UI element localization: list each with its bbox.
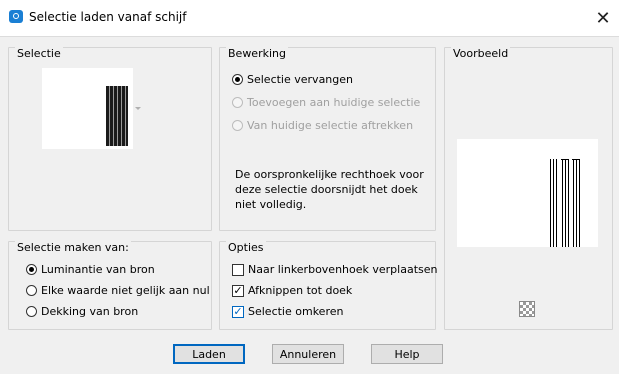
title-bar: Selectie laden vanaf schijf ✕ — [0, 0, 619, 36]
radio-circle[interactable] — [26, 285, 37, 296]
selectie-group-label: Selectie — [15, 47, 63, 60]
radio-label: Luminantie van bron — [41, 263, 155, 276]
bewerking-group-label: Bewerking — [226, 47, 288, 60]
bewerking-group: Bewerking Selectie vervangen Toevoegen a… — [219, 47, 436, 231]
laden-button[interactable]: Laden — [173, 344, 245, 364]
radio-label: Elke waarde niet gelijk aan nul — [41, 284, 210, 297]
voorbeeld-group-label: Voorbeeld — [451, 47, 511, 60]
radio-elke-waarde[interactable]: Elke waarde niet gelijk aan nul — [26, 284, 210, 297]
selection-preview-thumbnail[interactable] — [42, 68, 133, 149]
selection-thumbnail-graphic — [106, 86, 128, 146]
radio-label: Dekking van bron — [41, 305, 139, 318]
radio-circle[interactable] — [232, 74, 243, 85]
check-naar-linkerbovenhoek[interactable]: Naar linkerbovenhoek verplaatsen — [232, 263, 437, 276]
voorbeeld-group: Voorbeeld — [444, 47, 613, 330]
help-button[interactable]: Help — [371, 344, 443, 364]
checkbox-label: Afknippen tot doek — [248, 284, 353, 297]
check-afknippen[interactable]: Afknippen tot doek — [232, 284, 352, 297]
radio-label: Toevoegen aan huidige selectie — [247, 96, 421, 109]
radio-circle[interactable] — [232, 97, 243, 108]
radio-toevoegen[interactable]: Toevoegen aan huidige selectie — [232, 96, 420, 109]
bewerking-note: De oorspronkelijke rechthoek voor deze s… — [235, 168, 424, 211]
radio-selectie-vervangen[interactable]: Selectie vervangen — [232, 73, 353, 86]
checkbox-label: Naar linkerbovenhoek verplaatsen — [248, 263, 438, 276]
camera-icon — [9, 10, 23, 23]
annuleren-button[interactable]: Annuleren — [272, 344, 344, 364]
radio-aftrekken[interactable]: Van huidige selectie aftrekken — [232, 119, 413, 132]
close-button[interactable]: ✕ — [589, 4, 617, 32]
check-selectie-omkeren[interactable]: Selectie omkeren — [232, 305, 343, 318]
checkerboard-icon[interactable] — [519, 301, 535, 317]
close-icon: ✕ — [595, 7, 611, 29]
checkbox-box[interactable] — [232, 284, 244, 297]
dialog-body: Selectie Bewerking Selectie vervangen To… — [0, 36, 619, 374]
radio-dekking[interactable]: Dekking van bron — [26, 305, 138, 318]
selectie-maken-van-label: Selectie maken van: — [15, 241, 131, 254]
opties-group-label: Opties — [226, 241, 266, 254]
radio-circle[interactable] — [26, 264, 37, 275]
preview-graphic — [549, 159, 583, 247]
radio-label: Selectie vervangen — [247, 73, 353, 86]
radio-circle[interactable] — [232, 120, 243, 131]
chevron-down-icon[interactable] — [135, 107, 141, 110]
radio-label: Van huidige selectie aftrekken — [247, 119, 414, 132]
checkbox-label: Selectie omkeren — [248, 305, 344, 318]
radio-circle[interactable] — [26, 306, 37, 317]
selectie-group: Selectie — [8, 47, 212, 231]
preview-area — [457, 139, 598, 247]
selectie-maken-van-group: Selectie maken van: Luminantie van bron … — [8, 241, 212, 330]
checkbox-box[interactable] — [232, 263, 244, 276]
opties-group: Opties Naar linkerbovenhoek verplaatsen … — [219, 241, 437, 330]
checkbox-box[interactable] — [232, 305, 244, 318]
radio-luminantie[interactable]: Luminantie van bron — [26, 263, 155, 276]
window-title: Selectie laden vanaf schijf — [29, 10, 187, 24]
